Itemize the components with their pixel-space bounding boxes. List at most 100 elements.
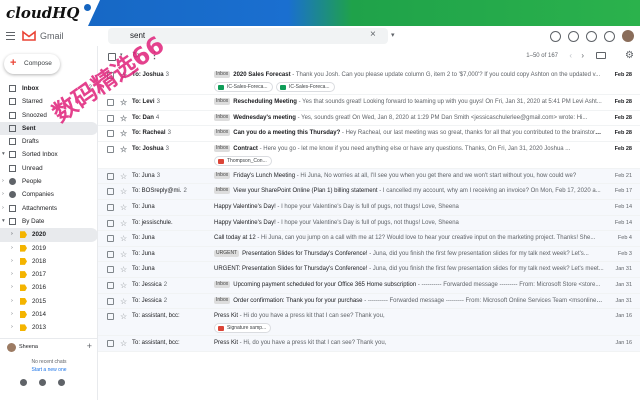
star-icon[interactable]: ☆ <box>120 262 127 278</box>
sidebar-item-2016[interactable]: › 2016 <box>0 281 98 294</box>
row-checkbox[interactable] <box>107 172 114 180</box>
compose-button[interactable]: + Compose <box>4 54 60 74</box>
email-row[interactable]: ☆ To: Levi 3 Inbox Rescheduling Meeting - Ye… <box>98 95 640 111</box>
email-row[interactable]: ☆ To: Jessica 2 Inbox Upcoming payment sched… <box>98 277 640 294</box>
email-row[interactable]: ☆ To: jessischule. Happy Valentine's Day! … <box>98 215 640 232</box>
label-chip[interactable]: Inbox <box>214 129 231 137</box>
row-checkbox[interactable] <box>107 203 114 211</box>
star-icon[interactable]: ☆ <box>120 247 127 263</box>
row-checkbox[interactable] <box>107 297 114 305</box>
account-avatar[interactable] <box>622 30 634 42</box>
email-row[interactable]: ☆ To: Juna 3 Inbox Friday's Lunch Meeting - … <box>98 168 640 185</box>
sidebar-item-2013[interactable]: › 2013 <box>0 321 98 334</box>
support-icon[interactable] <box>568 30 579 42</box>
row-checkbox[interactable] <box>107 250 114 258</box>
star-icon[interactable]: ☆ <box>120 142 127 158</box>
label-chip[interactable]: Inbox <box>214 296 231 304</box>
email-row[interactable]: ☆ To: Juna Happy Valentine's Day! - I hope… <box>98 199 640 216</box>
label-chip[interactable]: Inbox <box>214 98 231 105</box>
hangouts-user[interactable]: Sheena <box>19 344 38 350</box>
expand-caret-icon[interactable]: › <box>11 281 13 294</box>
apps-icon[interactable] <box>604 30 615 42</box>
email-row[interactable]: ☆ To: Juna URGENT: Presentation Slides for… <box>98 262 640 278</box>
label-chip[interactable]: Inbox <box>214 71 231 78</box>
row-checkbox[interactable] <box>107 235 114 243</box>
star-icon[interactable]: ☆ <box>120 231 127 247</box>
expand-caret-icon[interactable]: › <box>11 228 13 241</box>
star-icon[interactable]: ☆ <box>120 294 127 310</box>
row-checkbox[interactable] <box>107 145 114 153</box>
expand-caret-icon[interactable]: › <box>11 321 13 334</box>
email-row[interactable]: ☆ To: Joshua 3 Inbox 2020 Sales Forecast - T… <box>98 68 640 95</box>
sidebar-item-2020[interactable]: › 2020 <box>0 228 98 242</box>
sidebar-item-2014[interactable]: › 2014 <box>0 308 98 321</box>
email-row[interactable]: ☆ To: Dan 4 Inbox Wednesday's meeting - Yes,… <box>98 110 640 127</box>
attachment-chip[interactable]: Thompson_Con... <box>214 155 272 166</box>
expand-caret-icon[interactable]: › <box>11 268 13 281</box>
label-chip[interactable]: Inbox <box>214 113 231 121</box>
clear-search-icon[interactable]: × <box>370 29 376 40</box>
star-icon[interactable]: ☆ <box>120 95 127 111</box>
star-icon[interactable]: ☆ <box>120 169 127 185</box>
email-row[interactable]: ☆ To: Racheal 3 Inbox Can you do a meeting t… <box>98 126 640 142</box>
row-checkbox[interactable] <box>107 114 114 122</box>
sidebar-item-drafts[interactable]: Drafts <box>0 135 98 148</box>
sidebar-item-2017[interactable]: › 2017 <box>0 268 98 281</box>
new-chat-icon[interactable]: + <box>87 341 92 351</box>
chat-icon[interactable] <box>39 379 46 386</box>
row-checkbox[interactable] <box>107 340 114 348</box>
sidebar-item-2015[interactable]: › 2015 <box>0 295 98 308</box>
expand-caret-icon[interactable]: › <box>11 255 13 268</box>
sidebar-item-sent[interactable]: Sent <box>0 121 98 136</box>
start-new-chat-link[interactable]: Start a new one <box>0 367 98 373</box>
star-icon[interactable]: ☆ <box>120 111 127 127</box>
star-icon[interactable]: ☆ <box>120 184 127 200</box>
sidebar-item-companies[interactable]: › Companies <box>0 188 98 201</box>
attachment-chip[interactable]: IC-Sales-Foreca... <box>214 82 273 92</box>
attachment-chip[interactable]: IC-Sales-Foreca... <box>276 82 335 92</box>
prev-page-icon[interactable]: ‹ <box>569 51 572 60</box>
expand-caret-icon[interactable]: › <box>11 295 13 308</box>
email-row[interactable]: ☆ To: assistant, bcc: Press Kit - Hi, do y… <box>98 336 640 352</box>
label-chip[interactable]: Inbox <box>214 187 231 195</box>
sidebar-item-unread[interactable]: Unread <box>0 162 98 175</box>
expand-caret-icon[interactable]: › <box>11 242 13 255</box>
star-icon[interactable]: ☆ <box>120 216 127 232</box>
cloudhq-icon[interactable] <box>550 30 561 42</box>
sidebar-item-2018[interactable]: › 2018 <box>0 255 98 268</box>
row-checkbox[interactable] <box>107 219 114 227</box>
phone-icon[interactable] <box>58 379 65 386</box>
email-row[interactable]: ☆ To: assistant, bcc: Press Kit - Hi do yo… <box>98 309 640 337</box>
expand-caret-icon[interactable]: › <box>2 202 4 215</box>
expand-caret-icon[interactable]: ▾ <box>2 148 5 161</box>
sidebar-item-by-date[interactable]: ▾ By Date <box>0 215 98 228</box>
input-tools-icon[interactable] <box>596 52 606 59</box>
star-icon[interactable]: ☆ <box>120 126 127 142</box>
settings-gear-icon[interactable]: ⚙ <box>625 50 634 61</box>
expand-caret-icon[interactable]: ▾ <box>2 215 5 228</box>
sidebar-item-2019[interactable]: › 2019 <box>0 242 98 255</box>
search-options-icon[interactable]: ▾ <box>391 31 395 39</box>
row-checkbox[interactable] <box>107 188 114 196</box>
row-checkbox[interactable] <box>107 130 114 138</box>
sidebar-item-sorted-inbox[interactable]: ▾ Sorted Inbox <box>0 148 98 161</box>
menu-icon[interactable] <box>6 32 15 40</box>
next-page-icon[interactable]: › <box>581 51 584 60</box>
contacts-icon[interactable] <box>20 379 27 386</box>
row-checkbox[interactable] <box>107 266 114 274</box>
sidebar-item-people[interactable]: › People <box>0 175 98 188</box>
email-row[interactable]: ☆ To: Jessica 2 Inbox Order confirmation: Th… <box>98 293 640 310</box>
expand-caret-icon[interactable]: › <box>2 175 4 188</box>
star-icon[interactable]: ☆ <box>120 200 127 216</box>
expand-caret-icon[interactable]: › <box>11 308 13 321</box>
email-row[interactable]: ☆ To: Joshua 3 Inbox Contract - Here you go … <box>98 141 640 169</box>
label-chip[interactable]: URGENT <box>214 249 240 257</box>
row-checkbox[interactable] <box>107 281 114 289</box>
expand-caret-icon[interactable]: › <box>2 188 4 201</box>
star-icon[interactable]: ☆ <box>120 336 127 352</box>
email-row[interactable]: ☆ To: Juna Call today at 12 - Hi Juna, can… <box>98 231 640 247</box>
email-row[interactable]: ☆ To: Juna URGENT Presentation Slides for T… <box>98 246 640 263</box>
email-row[interactable]: ☆ To: BOSreply@mi. 2 Inbox View your SharePo… <box>98 184 640 200</box>
attachment-chip[interactable]: Signature samp... <box>214 323 272 334</box>
settings-icon[interactable] <box>586 30 597 42</box>
